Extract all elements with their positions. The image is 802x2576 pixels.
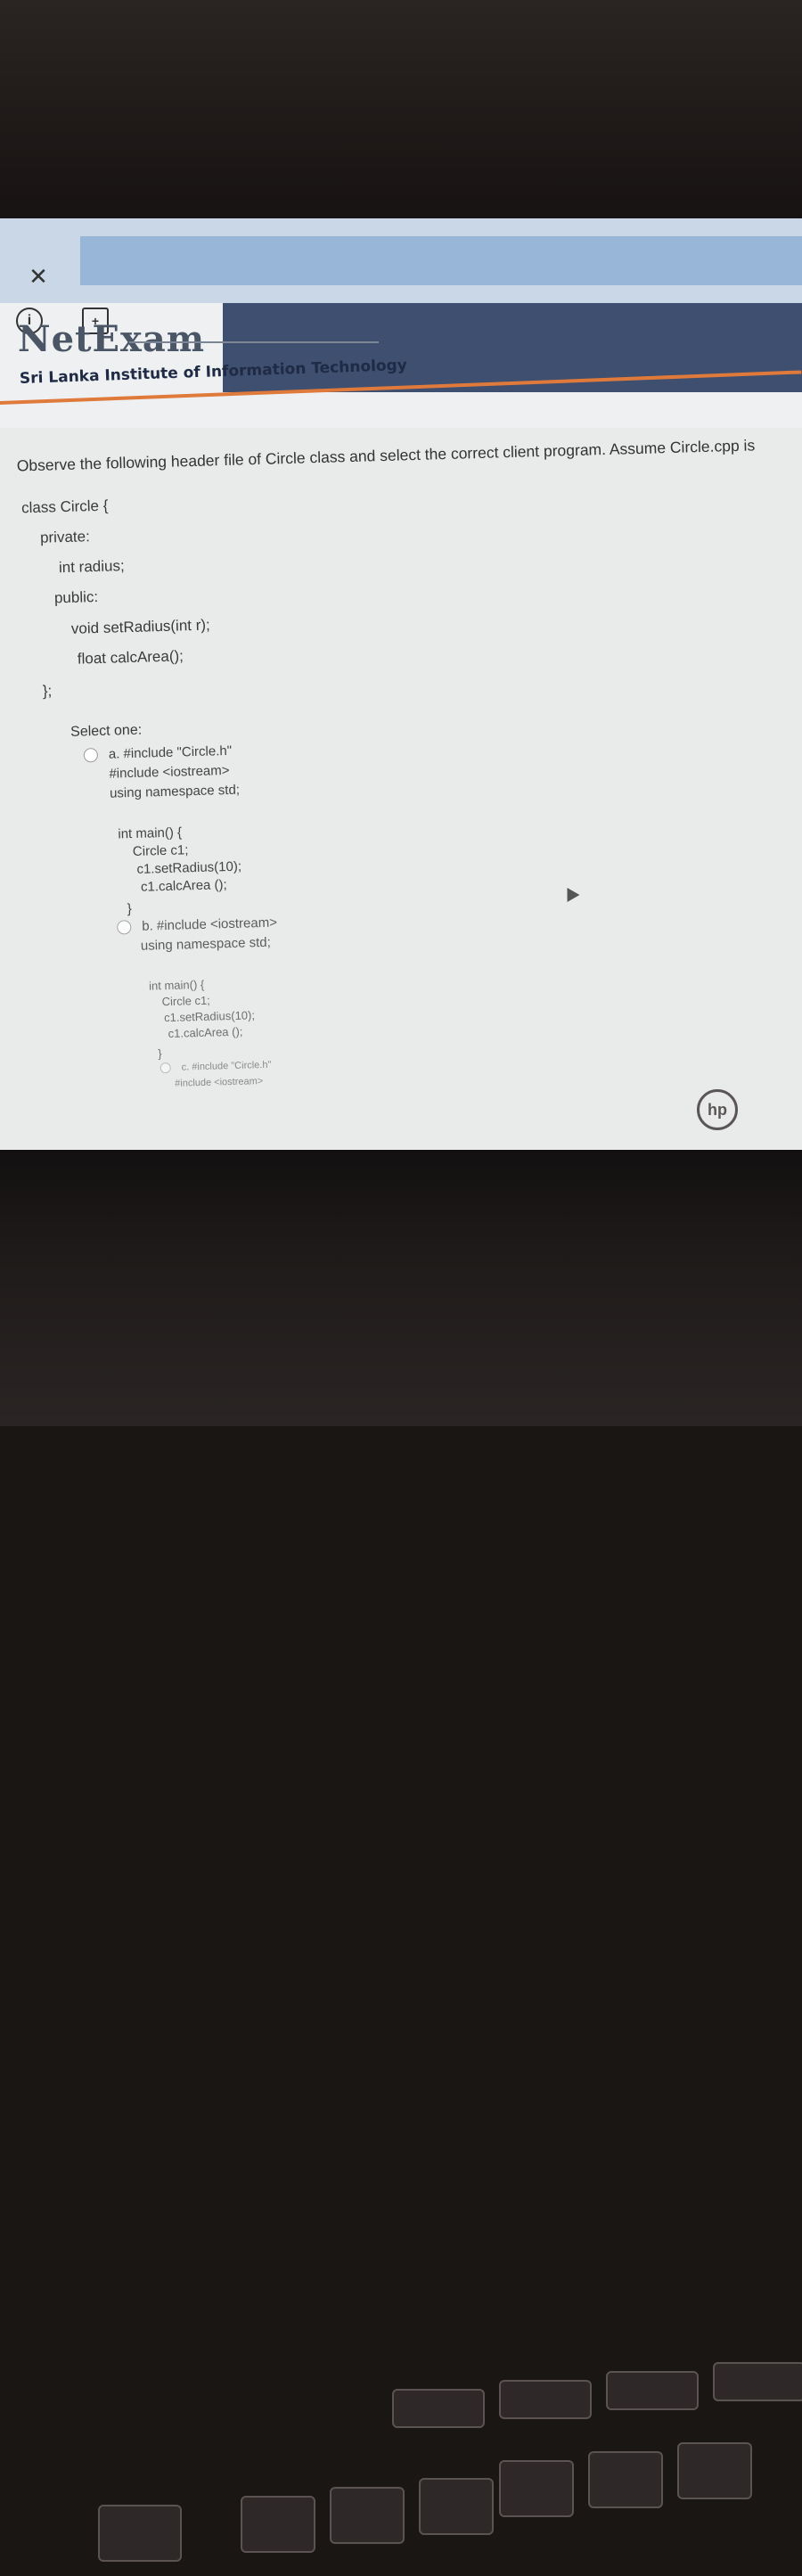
option-b-radio[interactable] <box>117 920 132 935</box>
option-b-line: } <box>158 1046 162 1061</box>
keyboard-key <box>98 2505 182 2562</box>
keyboard-key <box>677 2442 752 2499</box>
option-b-line: using namespace std; <box>140 934 271 954</box>
question-prompt: Observe the following header file of Cir… <box>16 436 756 475</box>
option-a-line: c1.setRadius(10); <box>136 858 242 877</box>
option-b[interactable]: b. #include <iostream> <box>117 915 277 935</box>
keyboard-key <box>330 2487 405 2544</box>
screen: ✕ i + NetExam Sri Lanka Institute of Inf… <box>0 218 802 1163</box>
code-line: class Circle { <box>20 496 109 517</box>
option-b-line: int main() { <box>148 977 205 993</box>
code-line: private: <box>39 528 91 546</box>
keyboard-key <box>713 2362 802 2401</box>
close-icon[interactable]: ✕ <box>25 263 52 290</box>
option-a-line: int main() { <box>118 824 183 842</box>
option-c[interactable]: c. #include "Circle.h" <box>160 1060 272 1074</box>
keyboard <box>0 2362 802 2576</box>
tab-strip <box>80 236 802 285</box>
option-a-line: Circle c1; <box>132 842 189 860</box>
option-a-line: } <box>127 901 132 917</box>
netexam-logo: NetExam <box>18 318 206 360</box>
option-a[interactable]: a. #include "Circle.h" <box>83 742 233 763</box>
header-banner <box>223 303 802 392</box>
hp-logo: hp <box>697 1089 738 1130</box>
code-line: public: <box>53 587 99 607</box>
option-a-line: #include <iostream> <box>109 762 230 782</box>
option-a-label: a. #include "Circle.h" <box>108 742 233 762</box>
keyboard-key <box>499 2460 574 2517</box>
keyboard-key <box>606 2371 699 2410</box>
option-b-label: b. #include <iostream> <box>142 915 278 934</box>
option-a-line: using namespace std; <box>109 782 241 801</box>
code-line: }; <box>42 682 53 700</box>
keyboard-key <box>499 2380 592 2419</box>
option-a-line: c1.calcArea (); <box>140 877 227 895</box>
option-b-line: Circle c1; <box>161 993 211 1009</box>
code-line: float calcArea(); <box>77 647 184 668</box>
browser-toolbar: ✕ <box>0 218 802 305</box>
code-line: int radius; <box>58 557 125 577</box>
code-line: void setRadius(int r); <box>70 616 210 637</box>
keyboard-key <box>392 2389 485 2428</box>
option-a-radio[interactable] <box>83 748 99 763</box>
keyboard-key <box>241 2496 315 2553</box>
option-c-line: #include <iostream> <box>175 1076 264 1089</box>
keyboard-key <box>588 2451 663 2508</box>
option-b-line: c1.calcArea (); <box>168 1024 243 1040</box>
option-c-radio[interactable] <box>160 1062 171 1074</box>
select-one-label: Select one: <box>70 722 143 740</box>
keyboard-key <box>419 2478 494 2535</box>
logo-underline <box>129 341 379 343</box>
option-c-label: c. #include "Circle.h" <box>181 1059 272 1073</box>
question-area: Observe the following header file of Cir… <box>0 419 802 1154</box>
monitor-bezel-bottom <box>0 1150 802 2562</box>
option-b-line: c1.setRadius(10); <box>163 1008 256 1025</box>
